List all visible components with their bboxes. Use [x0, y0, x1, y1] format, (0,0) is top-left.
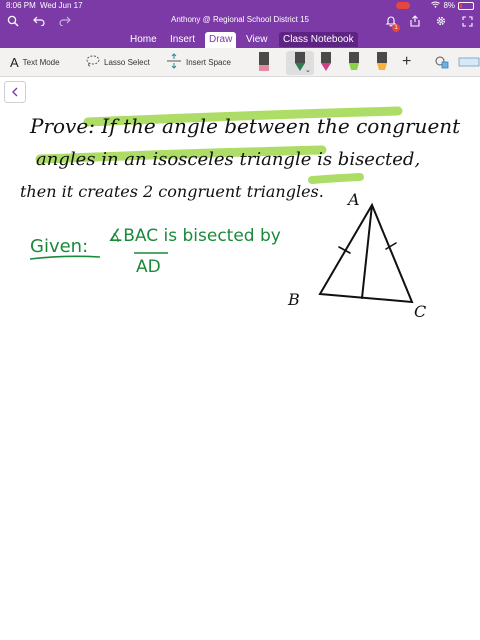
- prove-line-2: angles in an isosceles triangle is bisec…: [36, 149, 420, 170]
- highlighter-tool-orange[interactable]: [375, 52, 389, 72]
- tab-draw[interactable]: Draw: [205, 32, 237, 48]
- lasso-select-label: Lasso Select: [104, 57, 150, 67]
- vertex-a-label: A: [346, 190, 360, 209]
- lasso-select-button[interactable]: Lasso Select: [86, 52, 150, 72]
- tab-insert[interactable]: Insert: [166, 32, 199, 47]
- tab-view[interactable]: View: [242, 32, 272, 47]
- vertex-b-label: B: [287, 290, 300, 309]
- status-right: 8%: [431, 0, 474, 12]
- highlighter-tool-green[interactable]: [347, 52, 361, 72]
- chevron-down-icon[interactable]: ⌄: [305, 66, 311, 74]
- given-segment: AD: [136, 257, 161, 277]
- notebook-title: Anthony @ Regional School District 15: [171, 15, 309, 24]
- insert-space-label: Insert Space: [186, 57, 231, 67]
- triangle-diagram: [318, 202, 414, 304]
- insert-space-icon: [166, 53, 182, 71]
- lasso-icon: [86, 55, 100, 69]
- shape-tool-icon[interactable]: [434, 52, 450, 72]
- status-time: 8:06 PM: [6, 1, 36, 10]
- tab-home[interactable]: Home: [126, 32, 161, 47]
- text-mode-button[interactable]: A Text Mode: [10, 52, 60, 72]
- text-mode-label: Text Mode: [22, 57, 60, 67]
- eraser-tool[interactable]: [257, 52, 271, 72]
- text-mode-icon: A: [10, 54, 19, 70]
- draw-toolbar: A Text Mode Lasso Select Insert Space ⌄ …: [0, 48, 480, 77]
- insert-space-button[interactable]: Insert Space: [166, 52, 231, 72]
- add-icon[interactable]: +: [402, 52, 411, 72]
- recording-indicator: [396, 2, 410, 9]
- pen-tool-pink[interactable]: [319, 52, 333, 72]
- tab-class-notebook[interactable]: Class Notebook: [279, 32, 358, 47]
- prove-line-1: Prove: If the angle between the congruen…: [29, 114, 461, 138]
- given-label: Given:: [30, 236, 88, 257]
- battery-percent: 8%: [443, 1, 455, 10]
- highlight-line-3: [308, 173, 364, 184]
- status-bar: 8:06 PM Wed Jun 17 8%: [0, 0, 480, 12]
- app-header: 8:06 PM Wed Jun 17 8% 1 Anthony @ Region…: [0, 0, 480, 48]
- ruler-tool-icon[interactable]: [458, 52, 480, 72]
- ribbon-tabs: Home Insert Draw View Class Notebook: [0, 31, 480, 48]
- wifi-icon: [431, 0, 441, 12]
- prove-line-3: then it creates 2 congruent triangles.: [20, 182, 324, 201]
- given-text: ∡BAC is bisected by: [108, 226, 281, 246]
- vertex-c-label: C: [414, 302, 426, 321]
- ink-canvas[interactable]: Prove: If the angle between the congruen…: [0, 77, 480, 640]
- status-date: Wed Jun 17: [40, 1, 83, 10]
- battery-icon: [458, 2, 474, 10]
